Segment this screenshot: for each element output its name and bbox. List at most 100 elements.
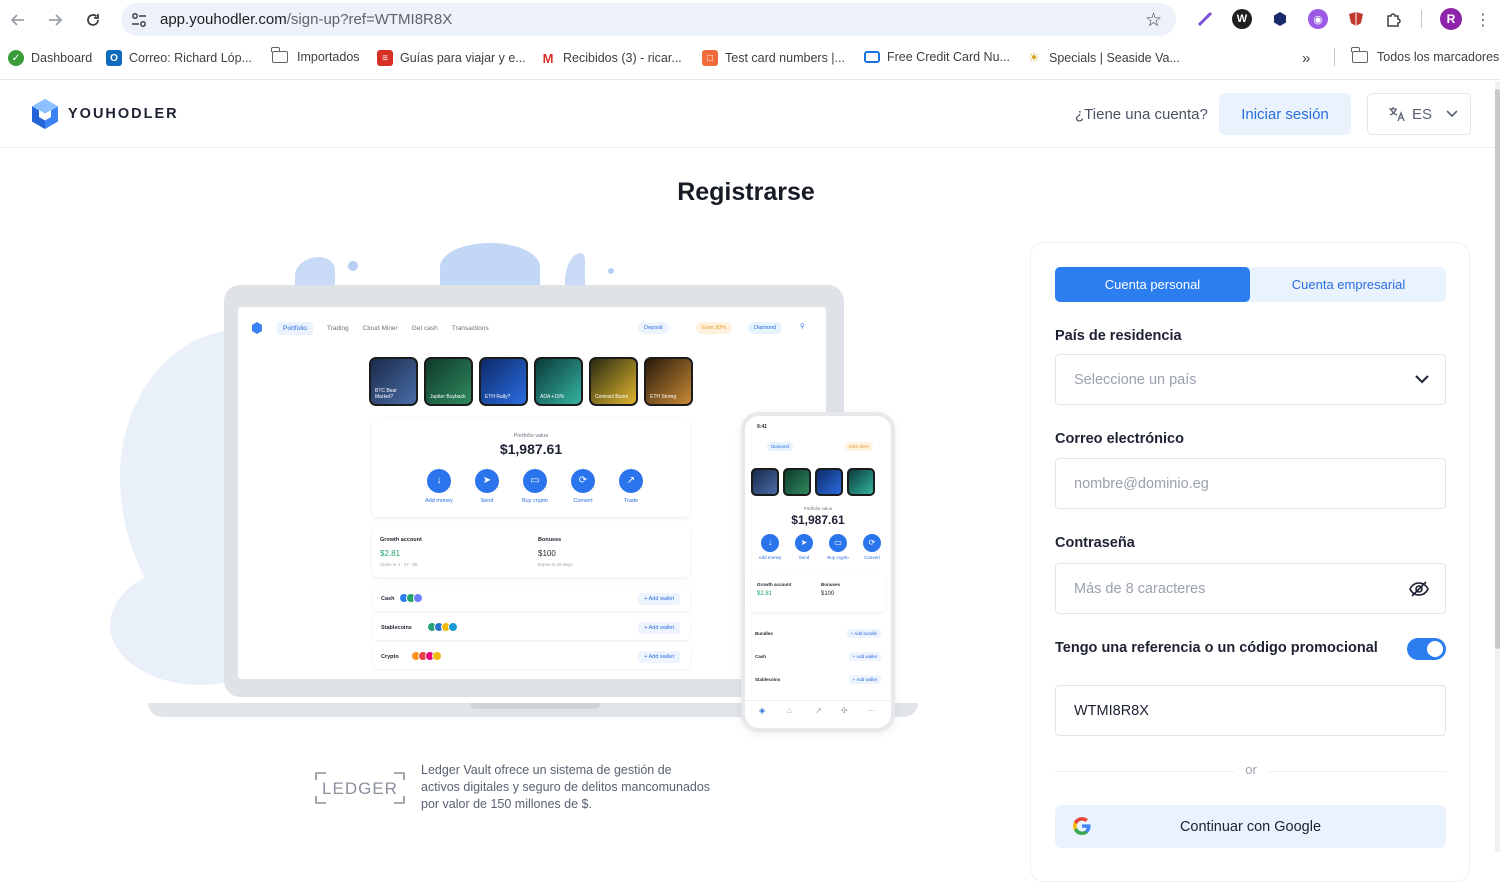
email-input[interactable] xyxy=(1074,475,1394,492)
profile-avatar[interactable]: R xyxy=(1440,8,1462,30)
bookmark-specials[interactable]: ☀ Specials | Seaside Va... xyxy=(1026,50,1180,66)
hex-extension-icon[interactable] xyxy=(1270,9,1290,29)
tab-more-icon: ⋯ xyxy=(867,706,875,715)
portfolio-card: Portfolio value $1,987.61 ↓ Add money ➤ Se… xyxy=(372,419,690,517)
page-scrollbar[interactable] xyxy=(1495,81,1500,852)
app-logo-icon xyxy=(252,322,262,334)
phone-row: Cash + Add wallet xyxy=(751,649,885,667)
phone-action: ➤ Send xyxy=(787,534,821,560)
url-text[interactable]: app.youhodler.com/sign-up?ref=WTMI8R8X xyxy=(160,11,452,28)
all-bookmarks-label: Todos los marcadores xyxy=(1377,50,1500,64)
phone-growth-card: Growth account $2.81 Bonuses $100 xyxy=(751,576,885,612)
country-select[interactable]: Seleccione un país xyxy=(1055,354,1446,405)
bookmark-label: Correo: Richard Lóp... xyxy=(129,51,252,65)
country-placeholder: Seleccione un país xyxy=(1074,371,1197,388)
site-settings-icon[interactable] xyxy=(130,11,148,34)
app-nav-portfolio: Portfolio xyxy=(277,321,313,335)
app-nav-get-cash: Get cash xyxy=(411,324,438,332)
bookmark-label: Recibidos (3) - ricar... xyxy=(563,51,682,65)
account-type-tabs: Cuenta personal Cuenta empresarial xyxy=(1055,267,1446,302)
bookmark-guias[interactable]: ≡ Guías para viajar y e... xyxy=(377,50,526,66)
bookmark-label: Importados xyxy=(297,50,360,64)
address-bar[interactable]: app.youhodler.com/sign-up?ref=WTMI8R8X ☆ xyxy=(121,3,1176,36)
action-add-money: ↓ Add money xyxy=(415,469,463,504)
action-label: Add money xyxy=(758,555,782,560)
phone-earn: Earn 30% xyxy=(845,442,873,451)
product-illustration: Portfolio Trading Cloud Miner Get cash T… xyxy=(100,235,930,755)
portfolio-value: $1,987.61 xyxy=(499,441,563,457)
brand-logo[interactable]: YOUHODLER xyxy=(30,98,179,130)
forward-icon[interactable] xyxy=(43,8,67,32)
phone-stories xyxy=(751,468,879,496)
brand-name: YOUHODLER xyxy=(68,106,179,122)
tab-miner-icon: ✣ xyxy=(841,706,848,715)
reload-icon[interactable] xyxy=(81,8,105,32)
or-label: or xyxy=(1235,762,1267,777)
sun-icon: ☀ xyxy=(1028,50,1040,65)
phone-add-wallet: + Add wallet xyxy=(848,675,881,684)
url-path: /sign-up?ref=WTMI8R8X xyxy=(286,11,453,28)
action-label: Convert xyxy=(573,498,593,504)
story-label: ADA +15% xyxy=(540,394,565,400)
bookmark-dashboard[interactable]: ✓ Dashboard xyxy=(8,50,92,66)
chevron-down-icon xyxy=(1446,110,1458,118)
story-card: ETH Rally? xyxy=(479,357,528,406)
translate-icon xyxy=(1389,107,1405,122)
wallet-name: Cash xyxy=(381,596,395,602)
signup-form-card: Cuenta personal Cuenta empresarial País … xyxy=(1030,242,1470,882)
bookmark-star-icon[interactable]: ☆ xyxy=(1145,9,1162,32)
language-selector[interactable]: ES xyxy=(1367,93,1471,135)
action-label: Buy crypto xyxy=(827,555,849,560)
bookmarks-divider xyxy=(1334,48,1335,66)
tab-personal-account[interactable]: Cuenta personal xyxy=(1055,267,1250,302)
tab-trading-icon: ↗ xyxy=(815,706,822,715)
bookmark-free-credit-card[interactable]: Free Credit Card Nu... xyxy=(864,50,1010,64)
password-field[interactable] xyxy=(1055,563,1446,614)
back-icon[interactable] xyxy=(6,8,30,32)
story-label: BTC Bear Market? xyxy=(375,388,397,400)
extensions-puzzle-icon[interactable] xyxy=(1384,9,1404,29)
bookmarks-bar: ✓ Dashboard O Correo: Richard Lóp... Imp… xyxy=(0,44,1500,74)
bookmark-outlook[interactable]: O Correo: Richard Lóp... xyxy=(106,50,252,66)
tab-business-account[interactable]: Cuenta empresarial xyxy=(1251,267,1446,302)
card-icon: ▭ xyxy=(829,534,847,552)
shield-extension-icon[interactable] xyxy=(1346,9,1366,29)
bookmark-gmail[interactable]: M Recibidos (3) - ricar... xyxy=(540,50,682,66)
bonuses-label: Bonuses xyxy=(538,537,562,543)
login-button[interactable]: Iniciar sesión xyxy=(1219,93,1351,135)
bonuses-value: $100 xyxy=(821,591,835,597)
send-icon: ➤ xyxy=(795,534,813,552)
pen-extension-icon[interactable] xyxy=(1195,9,1215,29)
wallet-coins xyxy=(427,622,458,632)
growth-sub: Claim in 4 : 27 : 56 xyxy=(380,562,418,567)
youhodler-logo-icon xyxy=(32,99,58,129)
browser-chrome: app.youhodler.com/sign-up?ref=WTMI8R8X ☆… xyxy=(0,0,1500,80)
bookmark-test-cards[interactable]: □ Test card numbers |... xyxy=(702,50,845,66)
eye-off-icon[interactable] xyxy=(1409,580,1429,598)
password-input[interactable] xyxy=(1074,580,1394,597)
laptop-screen: Portfolio Trading Cloud Miner Get cash T… xyxy=(238,307,826,679)
story-card: BTC Bear Market? xyxy=(369,357,418,406)
site-header: YOUHODLER ¿Tiene una cuenta? Iniciar ses… xyxy=(0,81,1500,148)
bookmark-label: Guías para viajar y e... xyxy=(400,51,526,65)
bookmark-label: Free Credit Card Nu... xyxy=(887,50,1010,64)
email-label: Correo electrónico xyxy=(1055,431,1184,447)
action-label: Send xyxy=(798,555,810,560)
phone-action: ⟳ Convert xyxy=(855,534,889,560)
guide-icon: ≡ xyxy=(377,50,393,66)
app-tier: Diamond xyxy=(748,322,783,334)
background-blob xyxy=(440,243,540,291)
email-field[interactable] xyxy=(1055,458,1446,509)
story-card xyxy=(847,468,875,496)
google-signin-button[interactable]: Continuar con Google xyxy=(1055,805,1446,848)
referral-code-field[interactable]: WTMI8R8X xyxy=(1055,685,1446,736)
more-menu-icon[interactable]: ⋮ xyxy=(1471,8,1495,32)
app-earn: Earn 30% xyxy=(696,322,733,334)
purple-extension-icon[interactable]: ◉ xyxy=(1308,9,1328,29)
referral-toggle[interactable] xyxy=(1407,638,1446,660)
bookmark-folder-importados[interactable]: Importados xyxy=(271,47,360,64)
w-extension-icon[interactable]: W xyxy=(1232,9,1252,29)
all-bookmarks[interactable]: Todos los marcadores xyxy=(1351,47,1500,64)
bookmarks-overflow-icon[interactable]: » xyxy=(1302,50,1310,67)
story-card xyxy=(815,468,843,496)
